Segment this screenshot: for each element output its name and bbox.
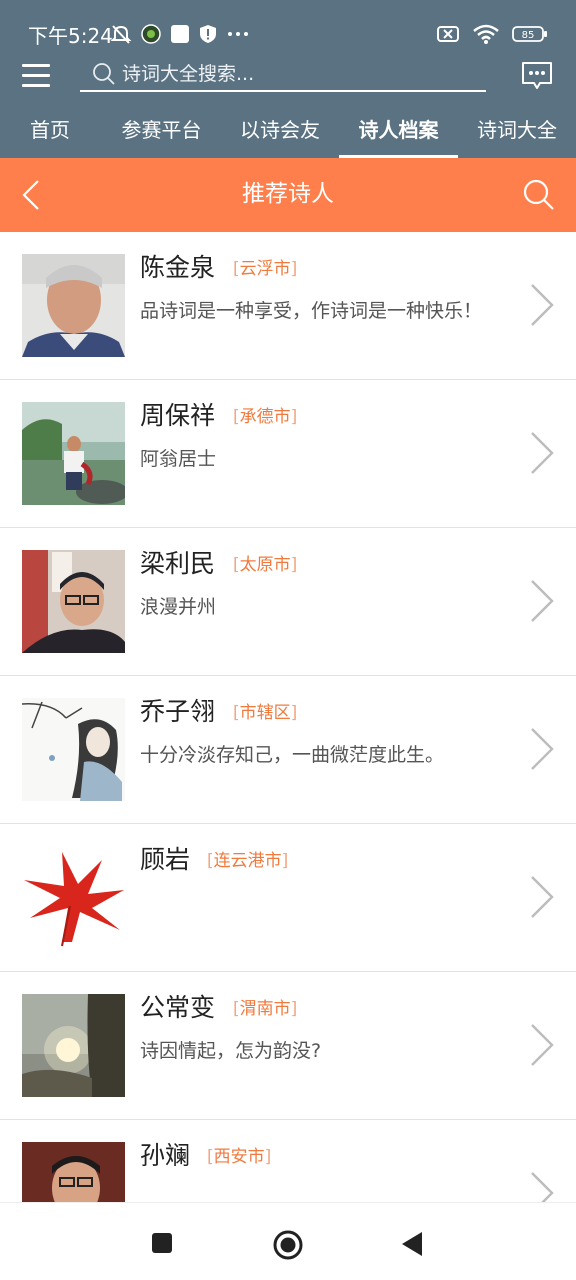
poet-name: 周保祥 xyxy=(140,401,216,430)
chevron-right-icon xyxy=(528,727,556,775)
poet-avatar xyxy=(22,402,125,505)
square-icon xyxy=(170,24,190,48)
wifi-icon xyxy=(472,23,500,49)
poet-row[interactable]: 梁利民 太原市 浪漫并州 xyxy=(0,528,576,676)
poet-avatar xyxy=(22,698,125,801)
poet-city: 太原市 xyxy=(233,554,297,576)
chevron-right-icon xyxy=(528,579,556,627)
title-search-icon[interactable] xyxy=(522,178,556,212)
poet-motto: 十分冷淡存知己，一曲微茫度此生。 xyxy=(140,744,445,766)
poet-name: 孙斓 xyxy=(140,1141,191,1170)
poet-avatar xyxy=(22,550,125,653)
chevron-right-icon xyxy=(528,875,556,923)
mute-icon xyxy=(110,23,132,49)
home-icon[interactable] xyxy=(272,1229,304,1265)
status-bar: 下午5:24 85 xyxy=(0,0,576,56)
poet-city: 市辖区 xyxy=(233,702,297,724)
poet-avatar xyxy=(22,254,125,357)
poet-motto: 品诗词是一种享受，作诗词是一种快乐！ xyxy=(140,300,483,322)
poet-city: 西安市 xyxy=(207,1146,271,1168)
tab-poet-archive[interactable]: 诗人档案 xyxy=(339,104,458,158)
poet-name: 乔子翎 xyxy=(140,697,216,726)
tab-contest[interactable]: 参赛平台 xyxy=(102,104,221,158)
poet-motto: 诗因情起，怎为韵没? xyxy=(140,1040,322,1062)
poet-name: 公常变 xyxy=(140,993,216,1022)
poet-list: 陈金泉 云浮市 品诗词是一种享受，作诗词是一种快乐！ 周保祥 承德市 阿翁居士 xyxy=(0,232,576,1202)
status-time: 下午5:24 xyxy=(28,24,113,48)
chevron-right-icon xyxy=(528,431,556,479)
search-row xyxy=(0,56,576,104)
search-box[interactable] xyxy=(80,56,486,92)
search-input[interactable] xyxy=(122,58,482,90)
poet-motto: 阿翁居士 xyxy=(140,448,217,470)
poet-avatar xyxy=(22,846,125,949)
back-triangle-icon[interactable] xyxy=(400,1231,424,1261)
tab-home[interactable]: 首页 xyxy=(0,104,100,158)
svg-text:85: 85 xyxy=(522,30,535,41)
poet-name: 顾岩 xyxy=(140,845,191,874)
poet-city: 连云港市 xyxy=(207,850,288,872)
poet-city: 渭南市 xyxy=(233,998,297,1020)
poet-motto: 浪漫并州 xyxy=(140,596,217,618)
status-icons-right: 85 xyxy=(436,24,548,48)
chevron-right-icon xyxy=(528,283,556,331)
poet-row[interactable]: 孙斓 西安市 xyxy=(0,1120,576,1202)
sim-off-icon xyxy=(436,24,460,48)
nav-tabs: 首页 参赛平台 以诗会友 诗人档案 诗词大全 xyxy=(0,104,576,158)
poet-avatar xyxy=(22,994,125,1097)
battery-icon: 85 xyxy=(512,24,548,48)
poet-name: 陈金泉 xyxy=(140,253,216,282)
tab-friends[interactable]: 以诗会友 xyxy=(221,104,339,158)
poet-row[interactable]: 周保祥 承德市 阿翁居士 xyxy=(0,380,576,528)
shield-icon xyxy=(199,24,217,48)
poet-name: 梁利民 xyxy=(140,549,216,578)
poet-row[interactable]: 陈金泉 云浮市 品诗词是一种享受，作诗词是一种快乐！ xyxy=(0,232,576,380)
message-icon[interactable] xyxy=(520,60,554,92)
status-icons-left xyxy=(110,24,250,48)
poet-city: 承德市 xyxy=(233,406,297,428)
poet-row[interactable]: 公常变 渭南市 诗因情起，怎为韵没? xyxy=(0,972,576,1120)
chevron-right-icon xyxy=(528,1023,556,1071)
poet-avatar xyxy=(22,1142,125,1202)
more-dots-icon xyxy=(226,24,250,48)
title-bar: 推荐诗人 xyxy=(0,158,576,232)
app-icon xyxy=(141,24,161,48)
tab-poetry-collection[interactable]: 诗词大全 xyxy=(458,104,576,158)
top-header: 下午5:24 85 诗词大全搜索... 首页 参赛平台 以诗会友 诗人档案 诗词… xyxy=(0,0,576,158)
recent-apps-icon[interactable] xyxy=(150,1231,174,1259)
page-title: 推荐诗人 xyxy=(242,181,334,207)
back-arrow-icon[interactable] xyxy=(18,178,44,212)
poet-city: 云浮市 xyxy=(233,258,297,280)
menu-icon[interactable] xyxy=(22,62,52,88)
chevron-right-icon xyxy=(528,1171,556,1202)
system-nav-bar xyxy=(0,1202,576,1280)
poet-row[interactable]: 乔子翎 市辖区 十分冷淡存知己，一曲微茫度此生。 xyxy=(0,676,576,824)
poet-row[interactable]: 顾岩 连云港市 xyxy=(0,824,576,972)
search-icon xyxy=(92,62,116,90)
